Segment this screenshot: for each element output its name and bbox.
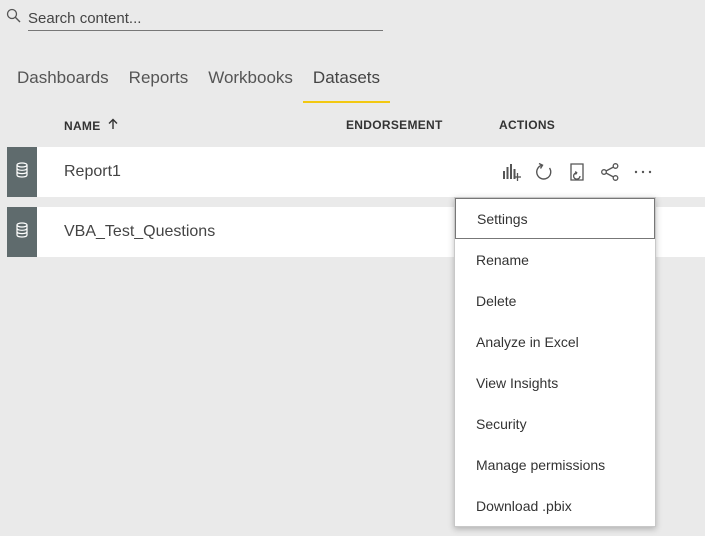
table-row[interactable]: Report1 [7, 147, 705, 197]
row-actions [501, 161, 653, 183]
menu-item-rename[interactable]: Rename [455, 239, 655, 280]
refresh-icon[interactable] [534, 162, 554, 182]
menu-item-view-insights[interactable]: View Insights [455, 362, 655, 403]
search-box [6, 6, 383, 33]
share-icon[interactable] [600, 162, 620, 182]
tab-dashboards[interactable]: Dashboards [7, 60, 119, 101]
search-icon[interactable] [6, 8, 22, 24]
menu-item-settings[interactable]: Settings [455, 198, 655, 239]
column-header-name[interactable]: NAME [64, 118, 119, 133]
datasets-page: Dashboards Reports Workbooks Datasets NA… [0, 0, 705, 536]
dataset-name[interactable]: VBA_Test_Questions [64, 223, 215, 241]
content-tabs: Dashboards Reports Workbooks Datasets [7, 60, 391, 103]
tab-workbooks[interactable]: Workbooks [198, 60, 303, 101]
create-report-icon[interactable] [501, 162, 521, 182]
arrow-up-icon [107, 118, 119, 133]
menu-item-delete[interactable]: Delete [455, 280, 655, 321]
database-icon [15, 161, 29, 183]
schedule-refresh-icon[interactable] [567, 162, 587, 182]
row-type-strip [7, 207, 37, 257]
menu-item-analyze-in-excel[interactable]: Analyze in Excel [455, 321, 655, 362]
menu-item-download-pbix[interactable]: Download .pbix [455, 485, 655, 526]
context-menu: Settings Rename Delete Analyze in Excel … [454, 197, 656, 527]
row-type-strip [7, 147, 37, 197]
tab-datasets[interactable]: Datasets [302, 60, 391, 103]
search-input[interactable] [28, 6, 383, 31]
menu-item-manage-permissions[interactable]: Manage permissions [455, 444, 655, 485]
menu-item-security[interactable]: Security [455, 403, 655, 444]
dataset-name[interactable]: Report1 [64, 163, 121, 181]
tab-reports[interactable]: Reports [119, 60, 199, 101]
more-options-icon[interactable] [633, 162, 653, 182]
column-header-actions: ACTIONS [499, 118, 556, 132]
column-header-name-label: NAME [64, 118, 101, 133]
column-header-endorsement: ENDORSEMENT [346, 118, 443, 132]
database-icon [15, 221, 29, 243]
